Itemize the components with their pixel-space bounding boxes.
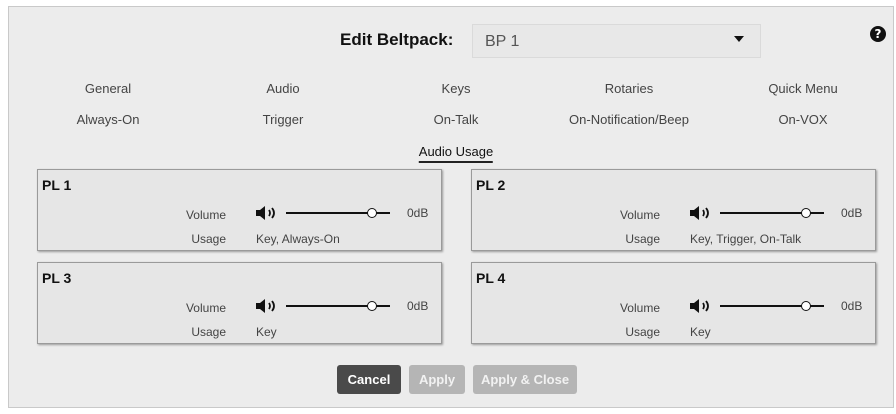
usage-label: Usage: [191, 325, 226, 339]
tab-audio[interactable]: Audio: [266, 81, 299, 96]
beltpack-select[interactable]: BP 1: [472, 24, 761, 58]
volume-label: Volume: [185, 301, 226, 315]
pl-panel: PL 1 Volume 0dB Usage Key, Always-On: [37, 169, 442, 251]
panel-title: PL 1: [42, 177, 72, 193]
volume-db-value: 0dB: [841, 299, 863, 313]
speaker-icon: [256, 206, 275, 220]
edit-beltpack-label: Edit Beltpack:: [340, 30, 454, 49]
usage-label: Usage: [625, 232, 660, 246]
pl-panel: PL 2 Volume 0dB Usage Key, Trigger, On-T…: [471, 169, 876, 251]
volume-db-value: 0dB: [841, 206, 863, 220]
speaker-icon: [690, 206, 709, 220]
tab-general[interactable]: General: [85, 81, 131, 96]
usage-value: Key, Trigger, On-Talk: [690, 232, 802, 246]
volume-label: Volume: [619, 208, 660, 222]
volume-slider-knob[interactable]: [367, 208, 378, 218]
volume-slider[interactable]: [286, 205, 390, 221]
tab-keys[interactable]: Keys: [442, 81, 471, 96]
cancel-button[interactable]: Cancel: [337, 365, 401, 394]
panel-title: PL 4: [476, 270, 506, 286]
volume-slider-knob[interactable]: [801, 301, 812, 311]
volume-db-value: 0dB: [407, 206, 429, 220]
tab-on-talk[interactable]: On-Talk: [434, 112, 479, 127]
volume-slider[interactable]: [720, 298, 824, 314]
tab-on-notification-beep[interactable]: On-Notification/Beep: [569, 112, 689, 127]
tab-on-vox[interactable]: On-VOX: [778, 112, 827, 127]
tab-always-on[interactable]: Always-On: [77, 112, 140, 127]
usage-label: Usage: [191, 232, 226, 246]
usage-value: Key: [256, 325, 277, 339]
volume-slider-knob[interactable]: [801, 208, 812, 218]
tab-trigger[interactable]: Trigger: [263, 112, 304, 127]
usage-value: Key: [690, 325, 711, 339]
panel-title: PL 2: [476, 177, 506, 193]
pl-panel: PL 4 Volume 0dB Usage Key: [471, 262, 876, 344]
volume-db-value: 0dB: [407, 299, 429, 313]
beltpack-select-value: BP 1: [485, 33, 520, 50]
pl-panel: PL 3 Volume 0dB Usage Key: [37, 262, 442, 344]
apply-button[interactable]: Apply: [409, 365, 465, 394]
chevron-down-icon: [734, 36, 744, 42]
panel-title: PL 3: [42, 270, 72, 286]
volume-label: Volume: [185, 208, 226, 222]
volume-slider[interactable]: [720, 205, 824, 221]
apply-and-close-button[interactable]: Apply & Close: [473, 365, 577, 394]
volume-slider-knob[interactable]: [367, 301, 378, 311]
tab-quick-menu[interactable]: Quick Menu: [768, 81, 837, 96]
speaker-icon: [690, 299, 709, 313]
tab-rotaries[interactable]: Rotaries: [605, 81, 653, 96]
tab-audio-usage[interactable]: Audio Usage: [418, 144, 494, 163]
usage-value: Key, Always-On: [256, 232, 340, 246]
help-icon[interactable]: ?: [870, 26, 886, 42]
usage-label: Usage: [625, 325, 660, 339]
volume-label: Volume: [619, 301, 660, 315]
volume-slider[interactable]: [286, 298, 390, 314]
speaker-icon: [256, 299, 275, 313]
